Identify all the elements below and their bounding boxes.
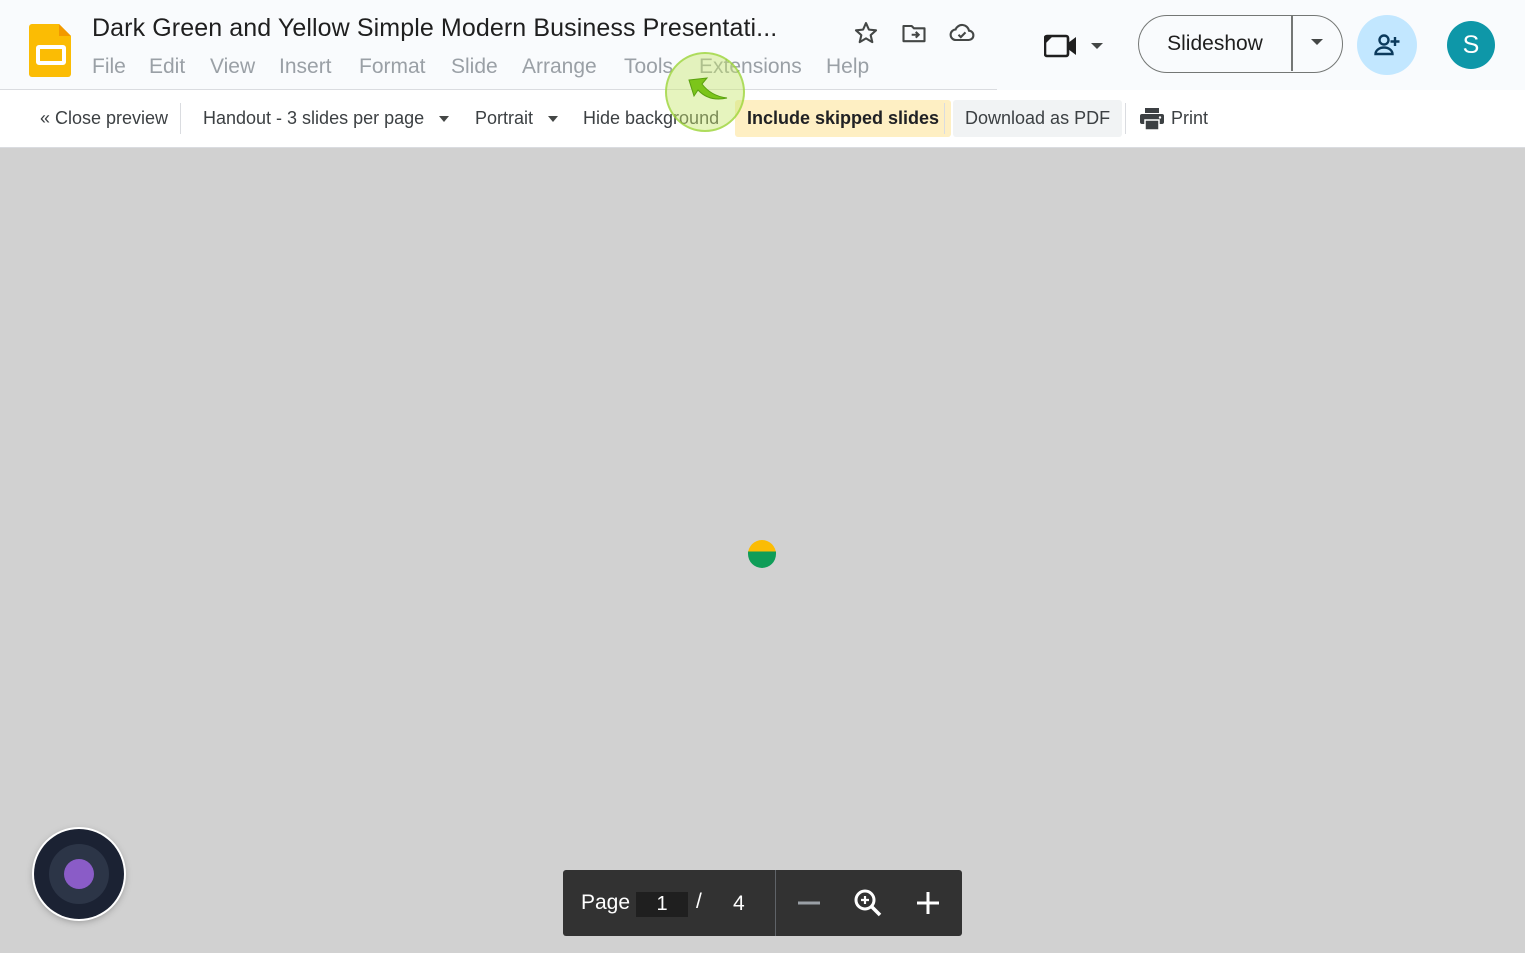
star-icon[interactable] — [852, 19, 880, 47]
google-slides-icon[interactable] — [28, 22, 74, 78]
person-add-icon — [1374, 34, 1400, 56]
total-pages: 4 — [733, 892, 745, 915]
chevron-down-icon — [1091, 43, 1103, 49]
cursor-arrow-icon — [688, 77, 728, 100]
loading-spinner-icon — [747, 539, 777, 569]
minus-icon — [798, 901, 820, 905]
download-pdf-button[interactable]: Download as PDF — [953, 100, 1123, 137]
orientation-dropdown-label: Portrait — [475, 108, 534, 128]
printer-icon — [1140, 107, 1164, 131]
page-number-input[interactable]: 1 — [636, 892, 688, 917]
move-to-folder-icon[interactable] — [900, 19, 928, 47]
menu-file[interactable]: File — [92, 55, 126, 79]
click-indicator — [665, 52, 745, 132]
zoom-icon — [854, 889, 882, 917]
menu-arrange[interactable]: Arrange — [522, 55, 597, 79]
app-header: Dark Green and Yellow Simple Modern Busi… — [0, 0, 1525, 90]
orientation-dropdown[interactable]: Portrait — [475, 90, 559, 147]
video-camera-icon — [1044, 34, 1076, 58]
caret-down-icon — [439, 115, 450, 122]
caret-down-icon — [548, 115, 559, 122]
caret-down-icon — [1311, 39, 1323, 45]
share-button[interactable] — [1357, 15, 1417, 75]
assistant-launcher-button[interactable] — [34, 829, 124, 919]
close-preview-button[interactable]: « Close preview — [40, 90, 168, 147]
meet-button[interactable] — [1038, 24, 1110, 68]
layout-dropdown-label: Handout - 3 slides per page — [203, 108, 425, 128]
document-title[interactable]: Dark Green and Yellow Simple Modern Busi… — [92, 14, 777, 43]
slideshow-options-button[interactable] — [1293, 16, 1343, 71]
divider — [944, 103, 945, 134]
page-label: Page — [581, 891, 631, 914]
slideshow-button[interactable]: Slideshow — [1139, 16, 1291, 71]
divider — [180, 103, 181, 134]
assistant-orb-icon — [64, 859, 94, 889]
menu-view[interactable]: View — [210, 55, 255, 79]
menu-format[interactable]: Format — [359, 55, 426, 79]
menu-slide[interactable]: Slide — [451, 55, 498, 79]
page-separator: / — [696, 890, 702, 913]
include-skipped-slides-toggle[interactable]: Include skipped slides — [735, 100, 952, 137]
layout-dropdown[interactable]: Handout - 3 slides per page — [203, 90, 450, 147]
slideshow-button-group: Slideshow — [1138, 15, 1343, 73]
print-label: Print — [1171, 108, 1209, 128]
menu-tools[interactable]: Tools — [624, 55, 673, 79]
menu-help[interactable]: Help — [826, 55, 869, 79]
print-preview-toolbar: « Close preview Handout - 3 slides per p… — [0, 90, 1525, 148]
menu-edit[interactable]: Edit — [149, 55, 185, 79]
zoom-out-button[interactable] — [793, 887, 825, 919]
plus-icon — [917, 892, 939, 914]
page-navigation-bar: Page 1 / 4 — [563, 870, 962, 936]
cloud-saved-icon[interactable] — [948, 19, 976, 47]
print-button[interactable]: Print — [1139, 90, 1208, 147]
avatar[interactable]: S — [1447, 21, 1495, 69]
menu-insert[interactable]: Insert — [279, 55, 332, 79]
zoom-in-button[interactable] — [912, 887, 944, 919]
divider — [1125, 103, 1126, 134]
zoom-reset-button[interactable] — [852, 887, 884, 919]
divider — [775, 870, 776, 936]
